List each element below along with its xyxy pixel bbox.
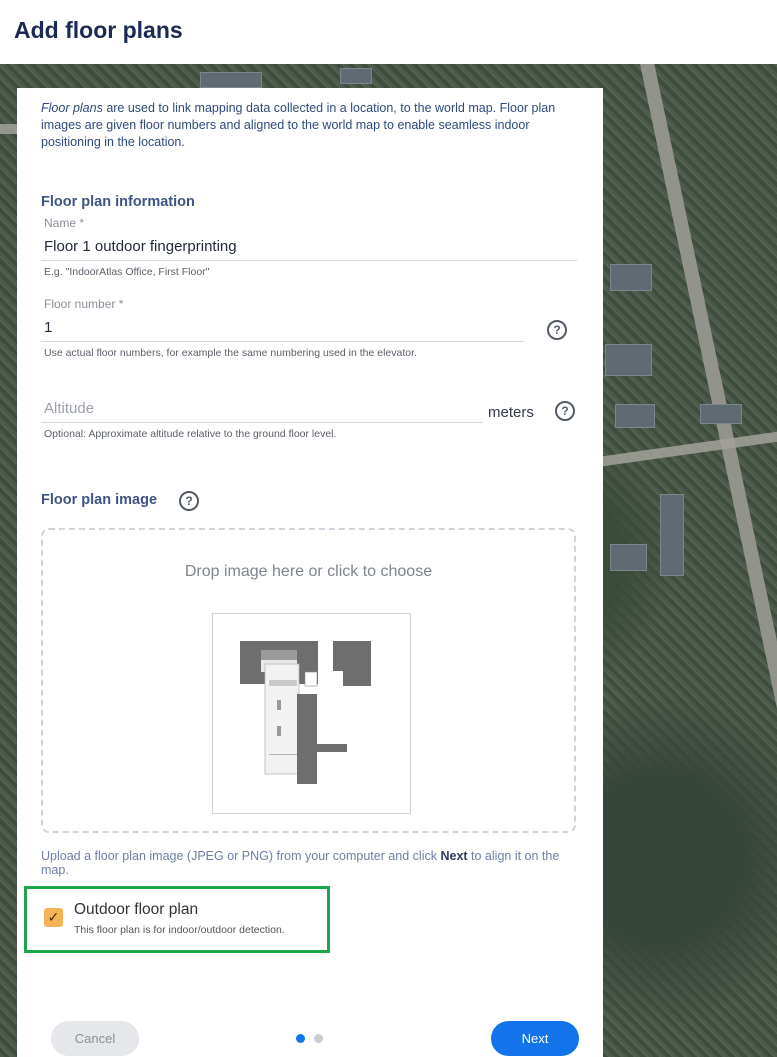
floor-plan-preview bbox=[212, 613, 411, 814]
step-indicator bbox=[314, 1034, 323, 1043]
page-title: Add floor plans bbox=[14, 17, 183, 43]
name-label: Name * bbox=[44, 216, 85, 230]
section-title-image: Floor plan image bbox=[41, 492, 158, 508]
map-building bbox=[200, 72, 262, 88]
floor-plan-image bbox=[240, 641, 371, 784]
altitude-hint: Optional: Approximate altitude relative … bbox=[44, 428, 337, 440]
name-input-underline bbox=[41, 260, 577, 261]
floor-plan-form: Floor plans are used to link mapping dat… bbox=[17, 88, 603, 1057]
outdoor-floor-plan-option[interactable]: ✓ Outdoor floor plan This floor plan is … bbox=[24, 886, 330, 953]
altitude-input[interactable]: Altitude bbox=[44, 400, 94, 417]
section-title-info: Floor plan information bbox=[41, 194, 195, 210]
map-building bbox=[605, 344, 652, 376]
floor-number-label: Floor number * bbox=[44, 297, 124, 311]
next-button[interactable]: Next bbox=[491, 1021, 579, 1056]
intro-lead: Floor plans bbox=[41, 101, 103, 115]
outdoor-checkbox[interactable]: ✓ bbox=[44, 908, 63, 927]
floor-number-hint: Use actual floor numbers, for example th… bbox=[44, 347, 417, 359]
map-building bbox=[610, 544, 647, 571]
altitude-unit: meters bbox=[488, 404, 534, 421]
outdoor-title: Outdoor floor plan bbox=[74, 901, 199, 918]
map-building bbox=[660, 494, 684, 576]
step-indicator-active bbox=[296, 1034, 305, 1043]
intro-body: are used to link mapping data collected … bbox=[41, 101, 556, 149]
floor-number-input[interactable]: 1 bbox=[44, 319, 52, 336]
floor-number-help-icon[interactable]: ? bbox=[547, 320, 567, 340]
intro-text: Floor plans are used to link mapping dat… bbox=[41, 100, 566, 151]
dropzone-text: Drop image here or click to choose bbox=[184, 563, 433, 580]
page-header: Add floor plans bbox=[0, 0, 777, 64]
map-building bbox=[615, 404, 655, 428]
altitude-underline bbox=[41, 422, 483, 423]
image-help-icon[interactable]: ? bbox=[179, 491, 199, 511]
altitude-help-icon[interactable]: ? bbox=[555, 401, 575, 421]
checkmark-icon: ✓ bbox=[47, 909, 60, 925]
map-building bbox=[340, 68, 372, 84]
name-input[interactable]: Floor 1 outdoor fingerprinting bbox=[44, 238, 237, 255]
upload-hint: Upload a floor plan image (JPEG or PNG) … bbox=[41, 849, 576, 877]
map-building bbox=[610, 264, 652, 291]
map-building bbox=[700, 404, 742, 424]
map-road bbox=[600, 431, 777, 467]
upload-hint-text: Upload a floor plan image (JPEG or PNG) … bbox=[41, 849, 441, 863]
cancel-button[interactable]: Cancel bbox=[51, 1021, 139, 1056]
outdoor-description: This floor plan is for indoor/outdoor de… bbox=[74, 924, 285, 936]
floor-number-underline bbox=[41, 341, 524, 342]
image-dropzone[interactable]: Drop image here or click to choose bbox=[41, 528, 576, 833]
name-hint: E.g. "IndoorAtlas Office, First Floor" bbox=[44, 266, 210, 278]
upload-hint-next: Next bbox=[440, 849, 468, 863]
